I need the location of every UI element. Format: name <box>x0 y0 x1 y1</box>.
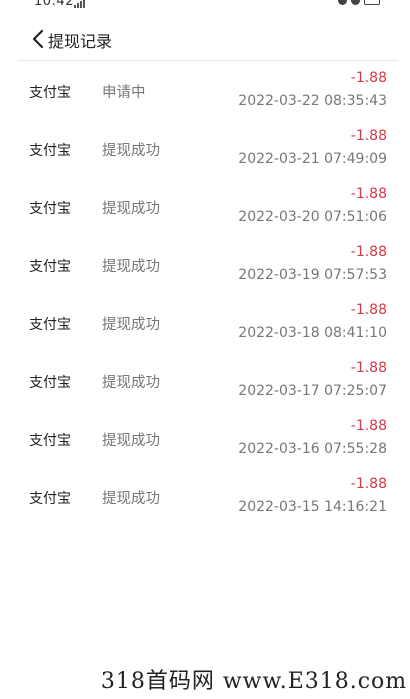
status-icons <box>338 0 380 5</box>
record-list: 支付宝 申请中 -1.88 2022-03-22 08:35:43 支付宝 提现… <box>0 62 410 526</box>
record-method: 支付宝 <box>29 317 71 333</box>
record-method: 支付宝 <box>29 85 71 101</box>
alarm-icon <box>351 0 360 5</box>
record-row[interactable]: 支付宝 提现成功 -1.88 2022-03-21 07:49:09 <box>0 120 410 178</box>
record-time: 2022-03-17 07:25:07 <box>238 383 387 399</box>
record-row[interactable]: 支付宝 提现成功 -1.88 2022-03-20 07:51:06 <box>0 178 410 236</box>
record-time: 2022-03-19 07:57:53 <box>238 267 387 283</box>
record-time: 2022-03-22 08:35:43 <box>238 93 387 109</box>
record-status: 提现成功 <box>102 259 160 275</box>
record-method: 支付宝 <box>29 375 71 391</box>
nav-bar: 提现记录 <box>0 20 410 58</box>
record-method: 支付宝 <box>29 433 71 449</box>
record-status: 提现成功 <box>102 143 160 159</box>
record-method: 支付宝 <box>29 201 71 217</box>
record-amount: -1.88 <box>350 128 387 144</box>
record-method: 支付宝 <box>29 143 71 159</box>
record-row[interactable]: 支付宝 提现成功 -1.88 2022-03-15 14:16:21 <box>0 468 410 526</box>
record-status: 提现成功 <box>102 491 160 507</box>
record-time: 2022-03-18 08:41:10 <box>238 325 387 341</box>
record-status: 提现成功 <box>102 317 160 333</box>
record-time: 2022-03-15 14:16:21 <box>238 499 387 515</box>
settings-icon <box>338 0 347 5</box>
record-row[interactable]: 支付宝 提现成功 -1.88 2022-03-17 07:25:07 <box>0 352 410 410</box>
record-method: 支付宝 <box>29 491 71 507</box>
record-row[interactable]: 支付宝 提现成功 -1.88 2022-03-16 07:55:28 <box>0 410 410 468</box>
watermark: 318首码网 www.E318.com <box>100 669 408 694</box>
record-time: 2022-03-20 07:51:06 <box>238 209 387 225</box>
record-amount: -1.88 <box>350 244 387 260</box>
record-row[interactable]: 支付宝 提现成功 -1.88 2022-03-19 07:57:53 <box>0 236 410 294</box>
status-time: 10:42 <box>34 0 74 9</box>
record-status: 提现成功 <box>102 433 160 449</box>
record-amount: -1.88 <box>350 186 387 202</box>
chevron-left-icon <box>32 29 44 49</box>
record-status: 提现成功 <box>102 375 160 391</box>
status-bar: 10:42 <box>0 0 410 14</box>
record-status: 申请中 <box>102 85 146 101</box>
back-button[interactable] <box>30 29 48 49</box>
record-amount: -1.88 <box>350 302 387 318</box>
record-amount: -1.88 <box>350 476 387 492</box>
record-time: 2022-03-16 07:55:28 <box>238 441 387 457</box>
page-title: 提现记录 <box>48 32 113 51</box>
record-amount: -1.88 <box>350 360 387 376</box>
record-method: 支付宝 <box>29 259 71 275</box>
record-row[interactable]: 支付宝 申请中 -1.88 2022-03-22 08:35:43 <box>0 62 410 120</box>
record-amount: -1.88 <box>350 70 387 86</box>
record-time: 2022-03-21 07:49:09 <box>238 151 387 167</box>
signal-icon <box>74 0 85 8</box>
record-row[interactable]: 支付宝 提现成功 -1.88 2022-03-18 08:41:10 <box>0 294 410 352</box>
record-amount: -1.88 <box>350 418 387 434</box>
battery-icon <box>364 0 380 5</box>
header-divider <box>18 60 398 61</box>
record-status: 提现成功 <box>102 201 160 217</box>
